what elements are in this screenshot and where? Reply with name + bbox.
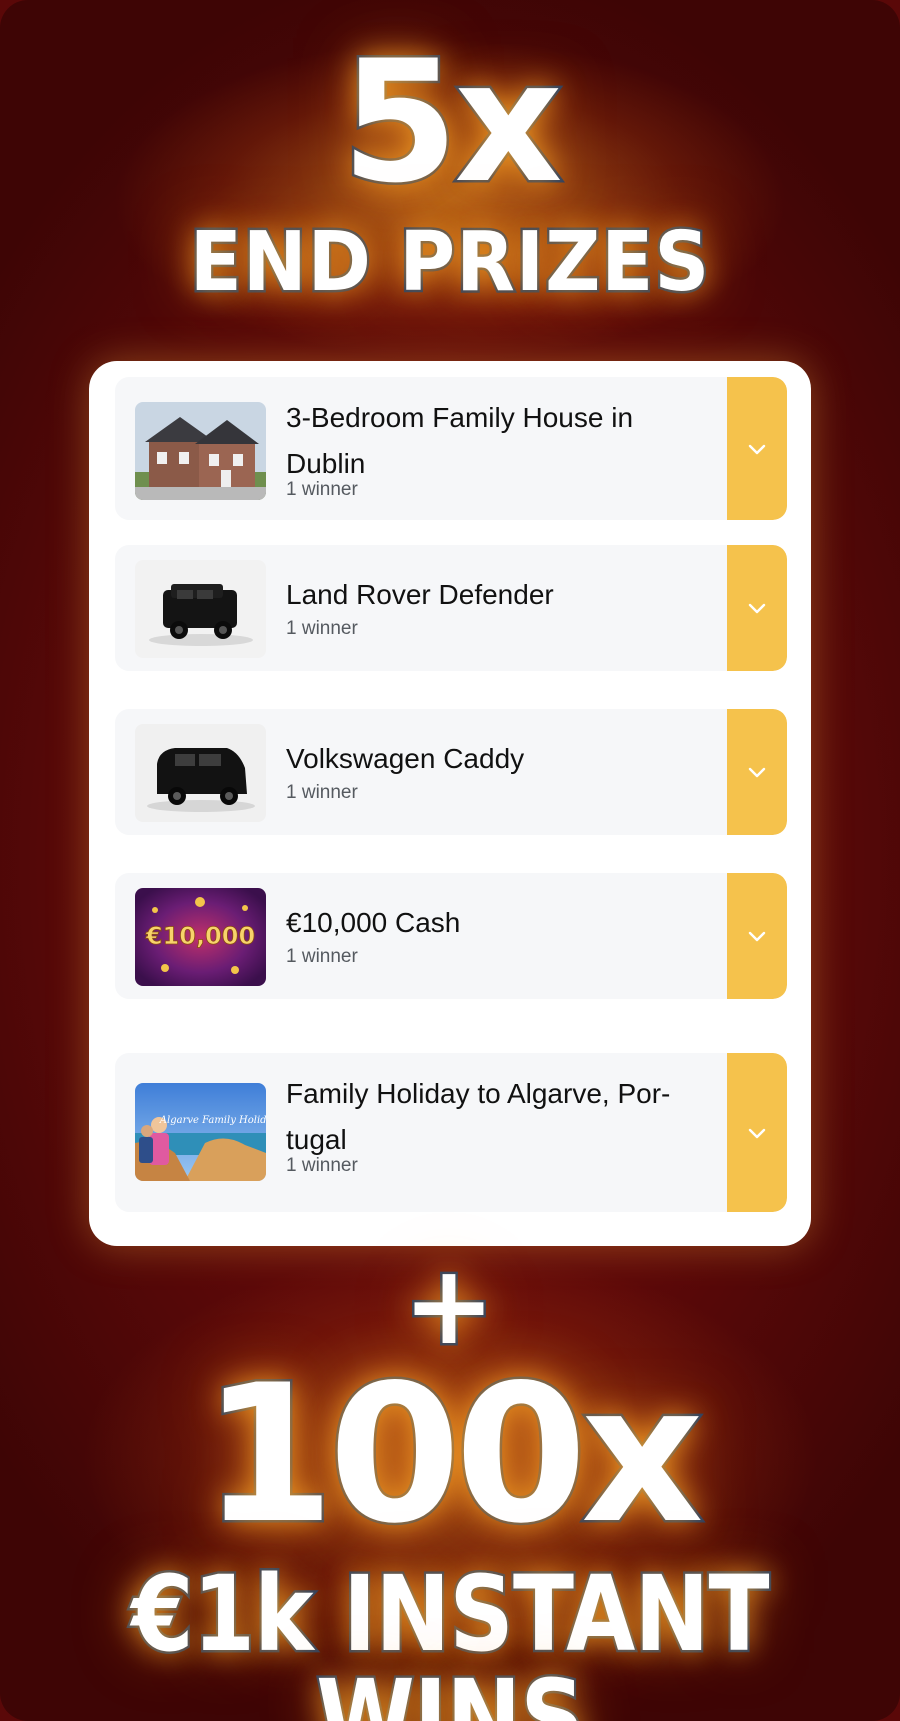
prize-title: Family Holiday to Algarve, Por- tugal bbox=[286, 1078, 671, 1155]
prize-item-land-rover[interactable]: Land Rover Defender 1 winner bbox=[115, 545, 787, 671]
svg-text:Algarve Family Holiday: Algarve Family Holiday bbox=[159, 1115, 266, 1126]
prize-title: 3-Bedroom Family House in Dublin bbox=[286, 402, 634, 479]
expand-button[interactable] bbox=[727, 377, 787, 520]
prize-winners: 1 winner bbox=[286, 782, 358, 803]
house-photo bbox=[135, 402, 266, 500]
chevron-down-icon bbox=[748, 603, 766, 614]
expand-button[interactable] bbox=[727, 1053, 787, 1212]
prize-title: Land Rover Defender bbox=[286, 579, 554, 610]
prize-winners: 1 winner bbox=[286, 479, 358, 500]
footer-multiplier: 100x bbox=[200, 1344, 706, 1565]
expand-button[interactable] bbox=[727, 545, 787, 671]
prize-item-volkswagen[interactable]: Volkswagen Caddy 1 winner bbox=[115, 709, 787, 835]
expand-button[interactable] bbox=[727, 873, 787, 999]
chevron-down-icon bbox=[748, 1128, 766, 1138]
prize-winners: 1 winner bbox=[286, 618, 358, 639]
prize-title: Volkswagen Caddy bbox=[286, 743, 525, 774]
cash-prize-image: €10,000 bbox=[135, 888, 266, 986]
svg-text:€10,000: €10,000 bbox=[145, 922, 255, 950]
chevron-down-icon bbox=[748, 767, 766, 778]
headline-multiplier: 5x bbox=[339, 24, 565, 220]
headline-label: END PRIZES bbox=[187, 215, 711, 310]
prize-list-card: 3-Bedroom Family House in Dublin 1 winne… bbox=[89, 361, 811, 1246]
chevron-down-icon bbox=[748, 444, 766, 454]
expand-button[interactable] bbox=[727, 709, 787, 835]
prize-winners: 1 winner bbox=[286, 946, 358, 967]
prize-poster: 5x END PRIZES 3-Bedroom Family House in … bbox=[0, 0, 900, 1721]
chevron-down-icon bbox=[748, 931, 766, 942]
prize-item-algarve[interactable]: Algarve Family Holiday Family Holiday to… bbox=[115, 1053, 787, 1212]
volkswagen-photo bbox=[135, 724, 266, 822]
footer-label: €1k INSTANT WINS bbox=[129, 1553, 771, 1721]
land-rover-photo bbox=[135, 560, 266, 658]
prize-item-cash[interactable]: €10,000 €10,000 Cash 1 winner bbox=[115, 873, 787, 999]
prize-item-house[interactable]: 3-Bedroom Family House in Dublin 1 winne… bbox=[115, 377, 787, 520]
prize-winners: 1 winner bbox=[286, 1155, 358, 1176]
prize-title: €10,000 Cash bbox=[286, 907, 461, 938]
algarve-holiday-photo: Algarve Family Holiday bbox=[135, 1083, 266, 1181]
